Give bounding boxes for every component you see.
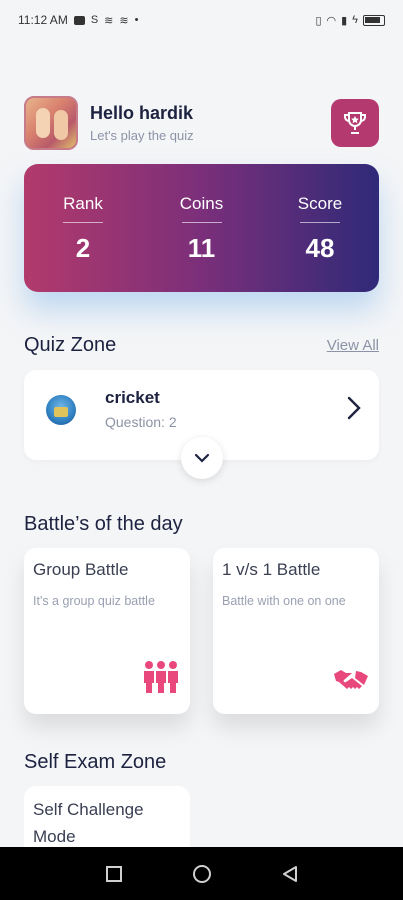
self-challenge-title: Self Challenge Mode [33, 800, 144, 846]
stat-rank: Rank 2 [46, 164, 120, 292]
wifi-icon: ◠ [326, 14, 337, 27]
stats-card: Rank 2 Coins 11 Score 48 [24, 164, 379, 292]
chevron-right-icon [347, 396, 361, 420]
status-right: ▯ ◠ ▮ ϟ [315, 14, 385, 27]
trophy-icon [344, 112, 366, 134]
system-nav-bar [0, 847, 403, 900]
battle-title: 1 v/s 1 Battle [222, 560, 321, 579]
view-all-link[interactable]: View All [327, 337, 379, 354]
quiz-zone-title: Quiz Zone [24, 334, 117, 356]
dot-icon: • [134, 14, 139, 26]
home-icon[interactable] [192, 864, 212, 884]
battle-description: It's a group quiz battle [33, 594, 155, 608]
vibrate-icon: ▯ [315, 14, 322, 27]
group-battle-card[interactable]: Group Battle It's a group quiz battle [24, 548, 190, 714]
stat-value: 2 [75, 233, 91, 263]
cricket-icon [46, 395, 76, 425]
stat-divider [300, 222, 340, 223]
wifi-call-icon: ≋ [104, 14, 114, 27]
battles-title: Battle’s of the day [24, 513, 183, 535]
battery-icon [363, 14, 385, 26]
status-left: 11:12 AM S ≋ ≋ • [18, 13, 138, 27]
stat-value: 48 [305, 233, 335, 263]
quiz-name: cricket [105, 388, 160, 407]
greeting-title: Hello hardik [90, 103, 194, 123]
stat-label: Score [297, 194, 343, 213]
leaderboard-button[interactable] [331, 99, 379, 147]
expand-button[interactable] [181, 437, 223, 479]
battle-title: Group Battle [33, 560, 129, 579]
stat-coins: Coins 11 [165, 164, 239, 292]
handshake-icon [334, 670, 368, 689]
s-icon: S [90, 14, 99, 26]
charging-icon: ϟ [352, 14, 358, 26]
stat-divider [181, 222, 222, 223]
stat-score: Score 48 [283, 164, 357, 292]
header: Hello hardik Let's play the quiz [24, 96, 379, 150]
wifi-call-icon-2: ≋ [119, 14, 129, 27]
battle-description: Battle with one on one [222, 594, 346, 608]
one-vs-one-battle-card[interactable]: 1 v/s 1 Battle Battle with one on one [213, 548, 379, 714]
status-time: 11:12 AM [18, 13, 68, 27]
youtube-icon [73, 15, 85, 25]
signal-icon: ▮ [341, 14, 348, 27]
greeting-subtitle: Let's play the quiz [90, 128, 194, 143]
stat-divider [63, 222, 103, 223]
status-bar: 11:12 AM S ≋ ≋ • ▯ ◠ ▮ ϟ [0, 0, 403, 40]
avatar[interactable] [24, 96, 78, 150]
self-exam-title: Self Exam Zone [24, 751, 167, 773]
quiz-question-count: Question: 2 [105, 414, 177, 430]
recent-apps-icon[interactable] [105, 865, 123, 883]
back-icon[interactable] [281, 865, 299, 883]
greeting-block: Hello hardik Let's play the quiz [90, 103, 194, 143]
stat-label: Coins [179, 194, 224, 213]
stat-label: Rank [63, 194, 103, 213]
stat-value: 11 [187, 233, 216, 263]
group-icon [144, 661, 178, 693]
chevron-down-icon [194, 453, 210, 463]
